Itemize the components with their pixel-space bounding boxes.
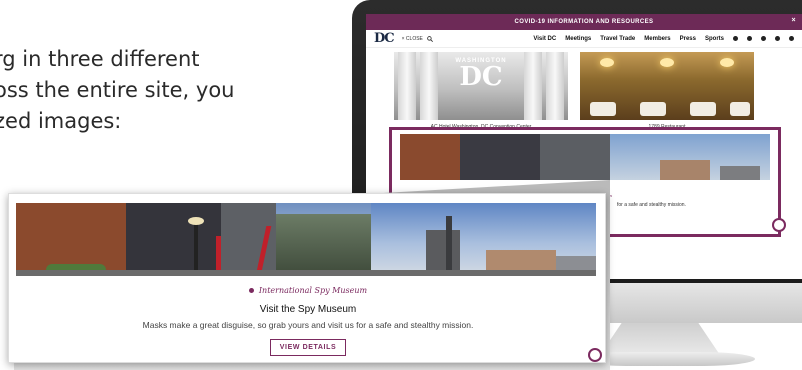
monitor-stand: [600, 323, 720, 355]
view-details-button[interactable]: VIEW DETAILS: [269, 339, 347, 356]
twitter-icon[interactable]: [747, 36, 752, 41]
dc-logo[interactable]: DC: [374, 31, 395, 46]
instagram-icon[interactable]: [761, 36, 766, 41]
close-menu-button[interactable]: × CLOSE: [402, 36, 423, 42]
highlight-desc: for a safe and stealthy mission.: [617, 202, 686, 208]
facebook-icon[interactable]: [733, 36, 738, 41]
scroll-top-button[interactable]: [588, 348, 602, 362]
nav-meetings[interactable]: Meetings: [565, 36, 591, 42]
spy-museum-photo-small: [400, 134, 770, 180]
card-title: Visit the Spy Museum: [259, 304, 357, 315]
site-nav: DC × CLOSE Visit DC Meetings Travel Trad…: [366, 30, 802, 48]
category-tag-text: International Spy Museum: [258, 286, 368, 295]
zoom-card-text: International Spy Museum Visit the Spy M…: [9, 286, 607, 356]
nav-travel-trade[interactable]: Travel Trade: [600, 36, 635, 42]
card-1789-restaurant[interactable]: 1789 Restaurant: [580, 52, 754, 130]
nav-press[interactable]: Press: [680, 36, 696, 42]
spy-museum-photo: [16, 203, 596, 276]
intro-text: rg in three different oss the entire sit…: [0, 44, 324, 137]
intro-line: zed images:: [0, 109, 122, 133]
covid-banner[interactable]: COVID-19 INFORMATION AND RESOURCES ×: [366, 14, 802, 30]
zoomed-card-spy-museum[interactable]: International Spy Museum Visit the Spy M…: [8, 193, 606, 363]
category-tag[interactable]: International Spy Museum: [9, 286, 607, 295]
youtube-icon[interactable]: [775, 36, 780, 41]
flickr-icon[interactable]: [789, 36, 794, 41]
intro-line: rg in three different: [0, 47, 200, 71]
scroll-top-button[interactable]: [772, 218, 786, 232]
search-icon[interactable]: [427, 35, 433, 42]
washington-dc-overlay: WASHINGTON DC: [455, 58, 506, 90]
nav-visit-dc[interactable]: Visit DC: [533, 36, 556, 42]
nav-links: Visit DC Meetings Travel Trade Members P…: [533, 36, 794, 42]
overlay-big-text: DC: [459, 62, 503, 92]
card-photo: WASHINGTON DC: [394, 52, 568, 120]
tag-dot-icon: [248, 288, 254, 293]
card-ac-hotel[interactable]: WASHINGTON DC AC Hotel Washington, DC Co…: [394, 52, 568, 130]
card-description: Masks make a great disguise, so grab you…: [142, 320, 474, 330]
close-search-group: × CLOSE: [402, 36, 433, 42]
cards-row: WASHINGTON DC AC Hotel Washington, DC Co…: [394, 52, 754, 130]
card-photo: [580, 52, 754, 120]
nav-sports[interactable]: Sports: [705, 36, 724, 42]
covid-banner-text: COVID-19 INFORMATION AND RESOURCES: [514, 19, 654, 25]
intro-line: oss the entire site, you: [0, 78, 235, 102]
nav-members[interactable]: Members: [644, 36, 670, 42]
close-icon[interactable]: ×: [792, 17, 797, 24]
